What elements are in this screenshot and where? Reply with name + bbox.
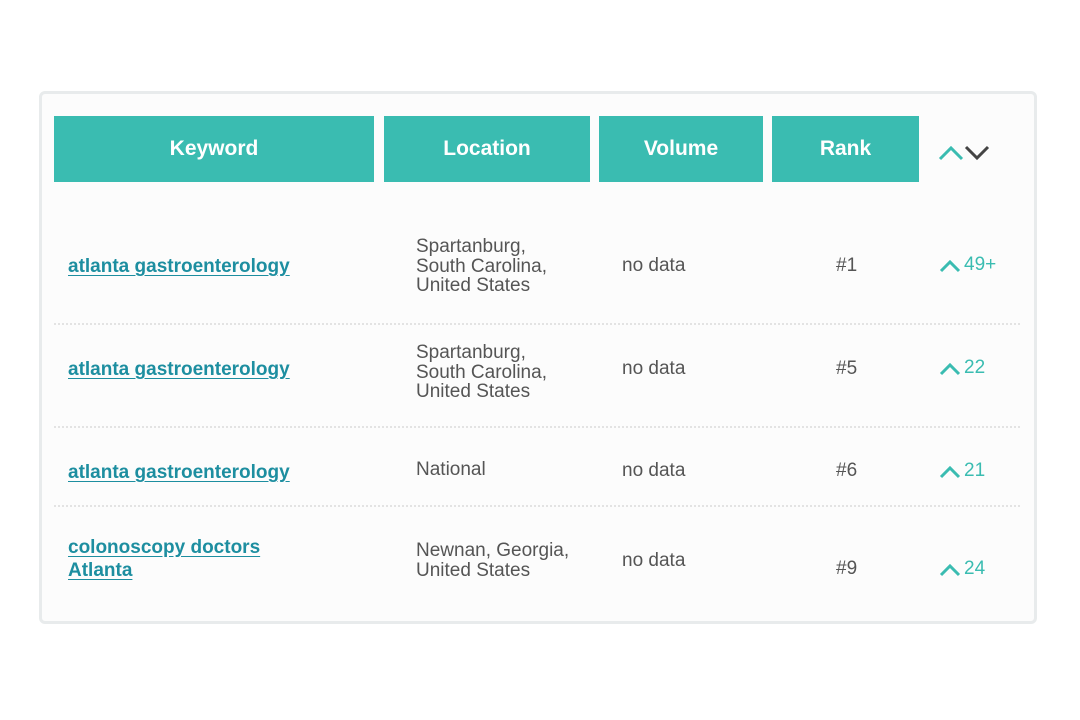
rank-cell: #1 bbox=[836, 255, 858, 276]
location-line: United States bbox=[416, 275, 531, 296]
keyword-line: colonoscopy doctors bbox=[68, 537, 261, 558]
chevron-up-icon bbox=[939, 259, 961, 273]
rank-change-value: 22 bbox=[964, 357, 986, 378]
rank-cell: #9 bbox=[836, 558, 858, 579]
sort-control bbox=[938, 140, 990, 164]
chevron-down-icon[interactable] bbox=[964, 141, 990, 163]
keyword-line: Atlanta bbox=[68, 560, 133, 581]
rank-change-value: 24 bbox=[964, 558, 986, 579]
location-line: National bbox=[416, 459, 486, 480]
location-cell: Spartanburg, South Carolina, United Stat… bbox=[416, 237, 596, 296]
location-line: South Carolina, bbox=[416, 361, 547, 383]
location-line: Spartanburg, bbox=[416, 342, 526, 363]
rank-change: 21 bbox=[939, 460, 985, 482]
rank-change: 49+ bbox=[939, 254, 996, 276]
rank-change-value: 49+ bbox=[964, 254, 997, 275]
column-header-location[interactable]: Location bbox=[384, 116, 590, 182]
keyword-link[interactable]: atlanta gastroenterology bbox=[68, 461, 290, 484]
location-line: United States bbox=[416, 559, 531, 581]
chevron-up-icon bbox=[939, 465, 961, 479]
keyword-link[interactable]: colonoscopy doctors Atlanta bbox=[68, 536, 260, 582]
volume-cell: no data bbox=[622, 358, 686, 379]
rank-change: 24 bbox=[939, 558, 985, 580]
rank-cell: #5 bbox=[836, 358, 858, 379]
location-cell: Newnan, Georgia, United States bbox=[416, 541, 596, 580]
keyword-link[interactable]: atlanta gastroenterology bbox=[68, 255, 290, 278]
row-divider bbox=[54, 505, 1020, 507]
location-cell: Spartanburg, South Carolina, United Stat… bbox=[416, 343, 596, 402]
chevron-up-icon bbox=[939, 563, 961, 577]
rank-change: 22 bbox=[939, 357, 985, 379]
chevron-up-icon bbox=[939, 362, 961, 376]
column-header-keyword[interactable]: Keyword bbox=[54, 116, 374, 182]
volume-cell: no data bbox=[622, 255, 686, 276]
rank-cell: #6 bbox=[836, 460, 858, 481]
location-line: Newnan, Georgia, bbox=[416, 540, 570, 561]
volume-cell: no data bbox=[622, 460, 686, 481]
column-header-volume[interactable]: Volume bbox=[599, 116, 763, 182]
location-line: United States bbox=[416, 381, 531, 402]
column-header-rank[interactable]: Rank bbox=[772, 116, 919, 182]
keyword-link[interactable]: atlanta gastroenterology bbox=[68, 358, 290, 381]
volume-cell: no data bbox=[622, 550, 686, 571]
location-cell: National bbox=[416, 460, 596, 480]
location-line: South Carolina, bbox=[416, 255, 547, 277]
row-divider bbox=[54, 426, 1020, 428]
row-divider bbox=[54, 323, 1020, 325]
location-line: Spartanburg, bbox=[416, 236, 526, 257]
chevron-up-icon[interactable] bbox=[938, 141, 964, 163]
rank-change-value: 21 bbox=[964, 460, 986, 481]
